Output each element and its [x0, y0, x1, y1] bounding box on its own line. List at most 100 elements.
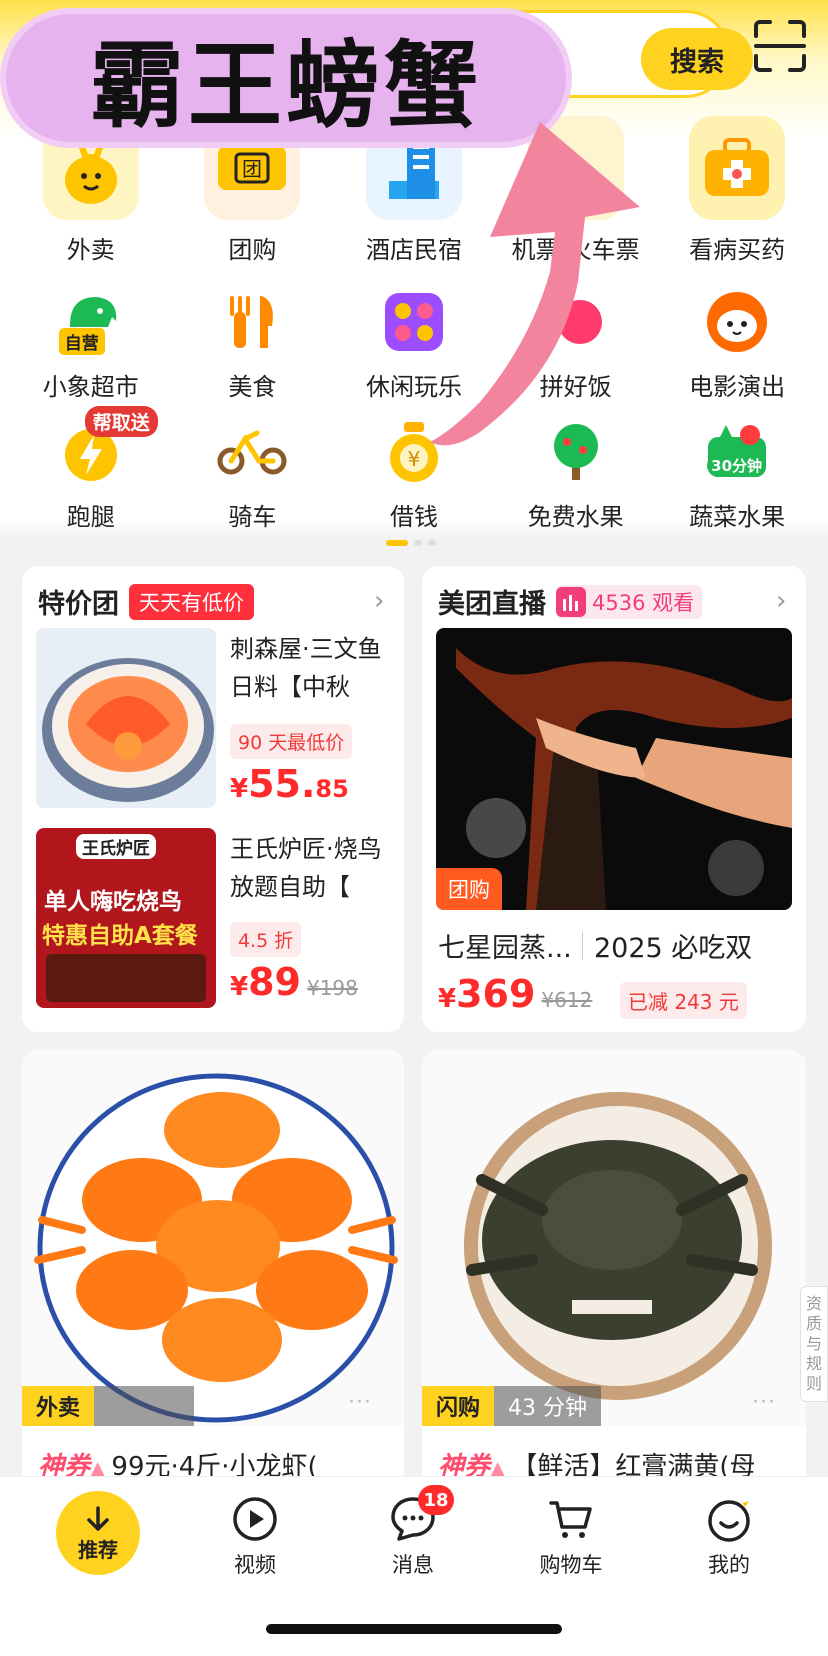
grid-label: 小象超市 [42, 373, 139, 401]
original-price: ¥612 [541, 988, 593, 1012]
scan-icon[interactable] [752, 18, 808, 74]
strip-time: 43 分钟 [494, 1386, 602, 1426]
grid-item-vegetables[interactable]: 30分钟 蔬菜水果 [656, 402, 818, 532]
deal-title[interactable]: 刺森屋·三文鱼日料【中秋 [230, 630, 392, 706]
arrow-down-icon [87, 1505, 109, 1531]
deal-price: ¥89 ¥198 [230, 960, 358, 1004]
grid-label: 美食 [228, 373, 277, 401]
discount-tag: 已减 243 元 [620, 982, 747, 1019]
grid-label: 骑车 [228, 503, 277, 531]
elephant-icon: 自营 [51, 282, 131, 361]
currency-symbol: ¥ [230, 774, 249, 804]
currency-symbol: ¥ [230, 972, 249, 1002]
grid-item-bike[interactable]: 骑车 [172, 402, 334, 532]
yakitori-line2: 特惠自助A套餐 [42, 923, 198, 949]
feed-card[interactable]: 外卖 ··· 神券▲ 99元·4斤·小龙虾( [22, 1050, 404, 1490]
medicine-box-icon [689, 116, 786, 220]
shopping-cart-icon [549, 1501, 592, 1538]
grid-label: 借钱 [389, 503, 438, 531]
qualification-rules-tab[interactable]: 资 质 与 规 则 [800, 1286, 828, 1402]
live-price: ¥369 ¥612 [438, 972, 592, 1016]
price-int: 89 [248, 960, 301, 1004]
self-run-badge: 自营 [58, 328, 105, 355]
more-dots-icon[interactable]: ··· [348, 1390, 372, 1415]
original-price: ¥198 [306, 976, 358, 1000]
live-groupbuy-badge: 团购 [436, 868, 502, 910]
thirty-min-badge: 30分钟 [707, 454, 767, 477]
tab-messages[interactable]: 18 消息 [358, 1485, 468, 1579]
grid-label: 电影演出 [689, 373, 786, 401]
grid-label: 外卖 [66, 236, 115, 264]
deal-tag: 4.5 折 [230, 922, 302, 957]
tab-me[interactable]: 我的 [674, 1495, 784, 1579]
divider [582, 932, 583, 960]
play-circle-icon [233, 1497, 277, 1541]
live-card[interactable]: 美团直播 4536 观看 › 团购 七星园蒸... 2025 必吃双 ¥369 ¥… [422, 566, 806, 1032]
grid-item-food[interactable]: 美食 [172, 272, 334, 402]
live-bars-icon [556, 586, 586, 617]
price-int: 369 [456, 972, 536, 1016]
pager-dot [414, 540, 422, 546]
pink-arrow-annotation [430, 122, 640, 446]
message-count-badge: 18 [418, 1485, 454, 1515]
strip-label: 闪购 [422, 1386, 495, 1426]
deals-card[interactable]: 特价团 天天有低价 › 刺森屋·三文鱼日料【中秋 90 天最低价 ¥55.85 … [22, 566, 404, 1032]
yakitori-brand: 王氏炉匠 [76, 834, 156, 859]
cat-movie-icon [697, 282, 777, 361]
chevron-right-icon[interactable]: › [374, 586, 384, 616]
smiley-profile-icon [708, 1497, 750, 1542]
tab-video[interactable]: 视频 [200, 1495, 310, 1579]
tab-label: 我的 [708, 1553, 750, 1577]
tab-cart[interactable]: 购物车 [516, 1495, 626, 1579]
grid-item-supermarket[interactable]: 自营 小象超市 [10, 272, 172, 402]
lightning-run-icon: 帮取送 [51, 406, 158, 491]
tab-label: 消息 [392, 1553, 434, 1577]
yakitori-line1: 单人嗨吃烧鸟 [44, 889, 182, 915]
grid-item-medicine[interactable]: 看病买药 [656, 116, 818, 272]
live-video-lobster[interactable]: 团购 [436, 628, 792, 910]
yakitori-food [46, 954, 206, 1002]
strip-time [94, 1386, 195, 1426]
chevron-right-icon[interactable]: › [776, 586, 786, 616]
grid-pager [386, 540, 436, 546]
deals-header: 特价团 天天有低价 [38, 582, 254, 621]
price-int: 55. [248, 762, 316, 806]
live-header: 美团直播 4536 观看 [438, 582, 703, 621]
tab-label: 视频 [234, 1553, 276, 1577]
feed-strip: 外卖 [22, 1386, 195, 1426]
grid-label: 跑腿 [66, 503, 115, 531]
grid-label: 免费水果 [527, 503, 624, 531]
tab-recommend[interactable]: 推荐 [56, 1491, 140, 1575]
tab-label: 推荐 [78, 1537, 118, 1562]
errand-badge: 帮取送 [84, 406, 158, 437]
tab-label: 购物车 [539, 1553, 603, 1577]
deal-tag: 90 天最低价 [230, 724, 353, 759]
more-dots-icon[interactable]: ··· [752, 1390, 776, 1415]
grid-item-movie[interactable]: 电影演出 [656, 272, 818, 402]
price-dec: 85 [315, 775, 349, 803]
home-indicator[interactable] [266, 1624, 562, 1634]
side-char: 质 [805, 1314, 822, 1333]
deal-image-yakitori[interactable]: 王氏炉匠 单人嗨吃烧鸟 特惠自助A套餐 [36, 828, 216, 1008]
grid-label: 团购 [228, 236, 277, 264]
side-char: 与 [805, 1334, 822, 1353]
feed-card[interactable]: 闪购 43 分钟 ··· 神券▲ 【鲜活】红膏满黄(母 [422, 1050, 806, 1490]
live-viewers: 4536 观看 [592, 590, 695, 615]
deals-title: 特价团 [38, 589, 119, 620]
grid-item-errand[interactable]: 帮取送 跑腿 [10, 402, 172, 532]
live-viewers-tag: 4536 观看 [556, 584, 703, 619]
feed-strip: 闪购 43 分钟 [422, 1386, 602, 1426]
vegetable-icon: 30分钟 [697, 412, 777, 491]
search-button[interactable]: 搜索 [641, 28, 753, 90]
live-title: 美团直播 [438, 589, 546, 620]
live-item-subtitle: 2025 必吃双 [594, 933, 753, 964]
fork-knife-icon [212, 282, 292, 361]
deal-image-sashimi[interactable] [36, 628, 216, 808]
live-item-name[interactable]: 七星园蒸... [438, 926, 572, 965]
currency-symbol: ¥ [438, 984, 457, 1014]
pager-dot [428, 540, 436, 546]
feed-image-hairy-crab [422, 1050, 806, 1426]
deal-title[interactable]: 王氏炉匠·烧鸟放题自助【 [230, 830, 392, 906]
deal-price: ¥55.85 [230, 762, 349, 806]
svg-text:团: 团 [242, 157, 262, 181]
